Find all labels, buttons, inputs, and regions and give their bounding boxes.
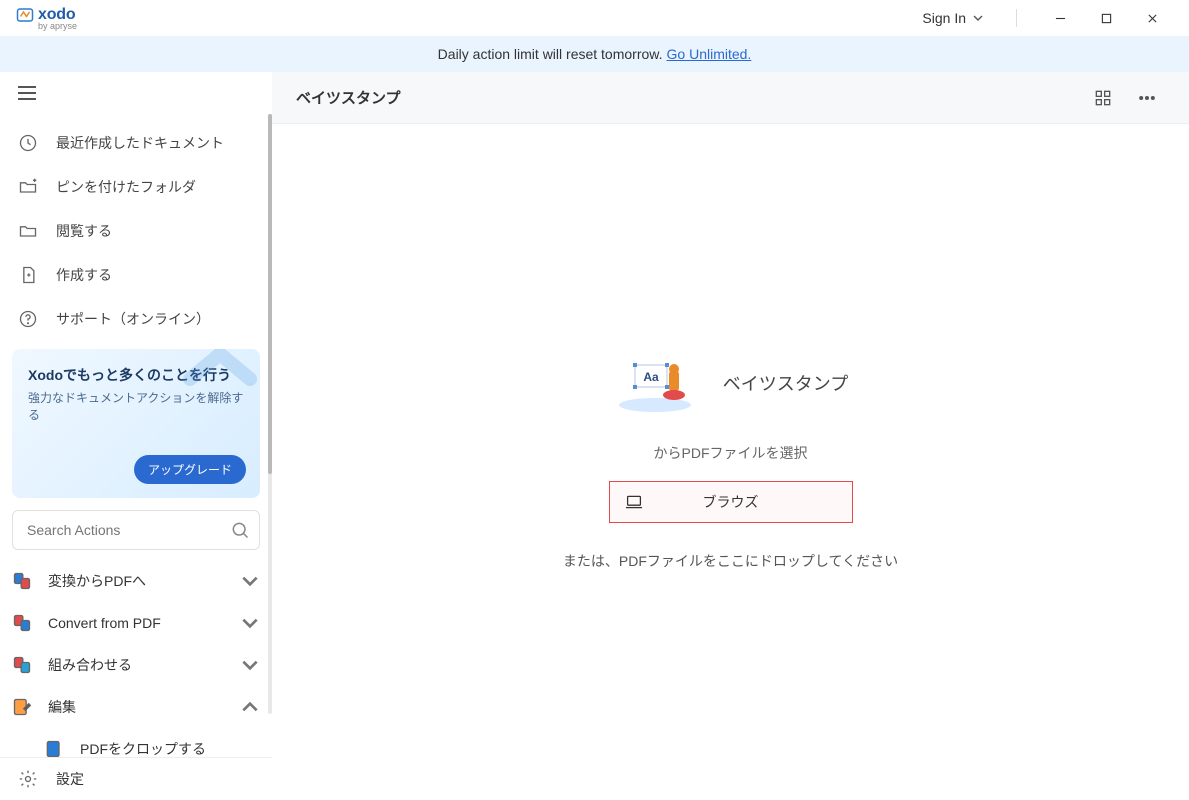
promo-card: Xodoでもっと多くのことを行う 強力なドキュメントアクションを解除する アップ… xyxy=(12,349,260,497)
chevron-down-icon xyxy=(240,655,260,675)
convert-from-pdf-icon xyxy=(12,613,32,633)
browse-button-label: ブラウズ xyxy=(703,492,759,512)
promo-arrow-icon xyxy=(180,349,260,389)
hero-title: ベイツスタンプ xyxy=(723,370,848,396)
gear-icon xyxy=(18,769,38,789)
upsell-banner: Daily action limit will reset tomorrow. … xyxy=(0,36,1189,72)
category-convert-to-pdf-label: 変換からPDFへ xyxy=(48,571,146,591)
action-crop-pdf-label: PDFをクロップする xyxy=(80,739,206,757)
action-crop-pdf[interactable]: PDFをクロップする xyxy=(12,728,260,757)
category-combine[interactable]: 組み合わせる xyxy=(12,644,260,686)
app-logo: xodo by apryse xyxy=(14,6,77,31)
nav-create[interactable]: 作成する xyxy=(0,253,260,297)
window-minimize-button[interactable] xyxy=(1037,0,1083,36)
chevron-down-icon xyxy=(240,571,260,591)
combine-icon xyxy=(12,655,32,675)
sidebar: 最近作成したドキュメント ピンを付けたフォルダ 閲覧する 作成する サポート（オ… xyxy=(0,72,272,800)
edit-icon xyxy=(12,697,32,717)
category-edit-label: 編集 xyxy=(48,697,76,717)
search-input[interactable] xyxy=(12,510,260,550)
go-unlimited-link[interactable]: Go Unlimited. xyxy=(667,46,752,62)
chevron-up-icon xyxy=(240,697,260,717)
chevron-down-icon xyxy=(240,613,260,633)
folder-pin-icon xyxy=(18,177,38,197)
window-maximize-button[interactable] xyxy=(1083,0,1129,36)
category-convert-to-pdf[interactable]: 変換からPDFへ xyxy=(12,560,260,602)
nav-browse[interactable]: 閲覧する xyxy=(0,209,260,253)
nav-pinned[interactable]: ピンを付けたフォルダ xyxy=(0,165,260,209)
nav-support-label: サポート（オンライン） xyxy=(56,309,210,329)
more-actions-button[interactable] xyxy=(1129,80,1165,116)
file-plus-icon xyxy=(18,265,38,285)
nav-create-label: 作成する xyxy=(56,265,112,285)
nav-recent-label: 最近作成したドキュメント xyxy=(56,133,224,153)
chevron-down-icon xyxy=(972,12,984,24)
upgrade-button[interactable]: アップグレード xyxy=(134,455,246,484)
folder-icon xyxy=(18,221,38,241)
sign-in-button[interactable]: Sign In xyxy=(910,4,996,32)
category-edit[interactable]: 編集 xyxy=(12,686,260,728)
logo-subtitle: by apryse xyxy=(38,22,77,31)
sign-in-label: Sign In xyxy=(922,10,966,26)
nav-pinned-label: ピンを付けたフォルダ xyxy=(56,177,196,197)
promo-subtitle: 強力なドキュメントアクションを解除する xyxy=(28,389,244,423)
sidebar-scroll-thumb[interactable] xyxy=(268,114,272,474)
toolbar: ベイツスタンプ xyxy=(272,72,1189,124)
clock-icon xyxy=(18,133,38,153)
category-combine-label: 組み合わせる xyxy=(48,655,132,675)
nav-support[interactable]: サポート（オンライン） xyxy=(0,297,260,341)
banner-text: Daily action limit will reset tomorrow. xyxy=(438,46,663,62)
title-bar: xodo by apryse Sign In xyxy=(0,0,1189,36)
window-close-button[interactable] xyxy=(1129,0,1175,36)
nav-settings-label: 設定 xyxy=(56,769,84,789)
file-icon xyxy=(44,739,64,757)
nav-browse-label: 閲覧する xyxy=(56,221,112,241)
empty-state: Aa ベイツスタンプ からPDFファイルを選択 ブラウズ または、PDFファイル… xyxy=(521,353,941,571)
drop-hint: または、PDFファイルをここにドロップしてください xyxy=(521,551,941,571)
convert-to-pdf-icon xyxy=(12,571,32,591)
laptop-icon xyxy=(624,494,644,510)
nav-settings[interactable]: 設定 xyxy=(0,757,272,800)
view-grid-button[interactable] xyxy=(1085,80,1121,116)
sidebar-scrollbar[interactable] xyxy=(268,114,272,714)
page-title: ベイツスタンプ xyxy=(296,87,1077,108)
hamburger-button[interactable] xyxy=(18,81,42,105)
category-convert-from-pdf-label: Convert from PDF xyxy=(48,615,161,631)
logo-icon xyxy=(16,6,34,24)
titlebar-separator xyxy=(1016,9,1017,27)
instruction-text: からPDFファイルを選択 xyxy=(521,443,941,463)
category-convert-from-pdf[interactable]: Convert from PDF xyxy=(12,602,260,644)
grid-icon xyxy=(1093,88,1113,108)
browse-button[interactable]: ブラウズ xyxy=(609,481,853,523)
nav-recent[interactable]: 最近作成したドキュメント xyxy=(0,121,260,165)
search-icon xyxy=(230,520,250,540)
svg-text:Aa: Aa xyxy=(643,370,659,384)
bates-stamp-icon: Aa xyxy=(613,353,703,413)
main-panel: ベイツスタンプ Aa xyxy=(272,72,1189,800)
more-horizontal-icon xyxy=(1137,88,1157,108)
help-icon xyxy=(18,309,38,329)
